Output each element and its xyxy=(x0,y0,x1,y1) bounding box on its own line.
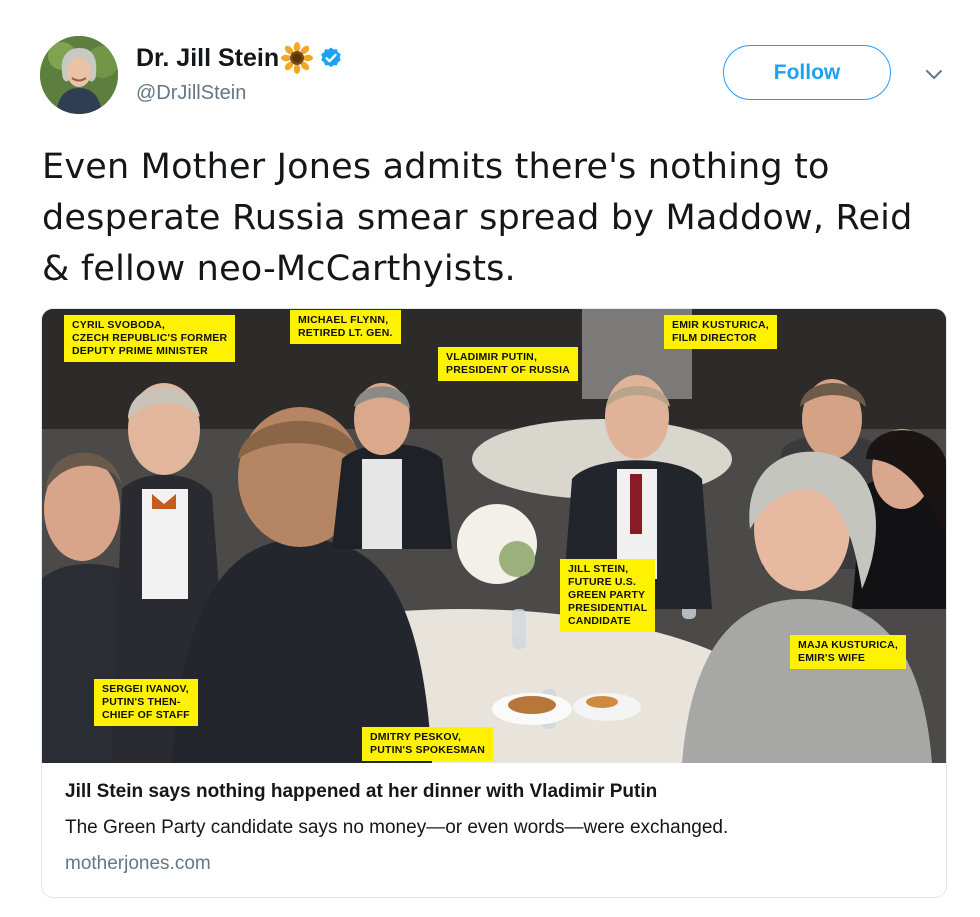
tweet-text: Even Mother Jones admits there's nothing… xyxy=(42,147,913,289)
display-name[interactable]: Dr. Jill Stein xyxy=(136,44,279,73)
avatar[interactable] xyxy=(40,36,118,114)
follow-button[interactable]: Follow xyxy=(723,45,891,100)
photo-label-flynn: MICHAEL FLYNN, RETIRED LT. GEN. xyxy=(290,310,401,344)
photo-label-maja: MAJA KUSTURICA, EMIR'S WIFE xyxy=(790,635,907,669)
photo-label-svoboda: CYRIL SVOBODA, CZECH REPUBLIC'S FORMER D… xyxy=(64,315,236,362)
author-name-row[interactable]: Dr. Jill Stein xyxy=(136,42,343,74)
verified-badge-icon xyxy=(319,46,343,70)
card-title[interactable]: Jill Stein says nothing happened at her … xyxy=(65,781,657,803)
link-card[interactable]: CYRIL SVOBODA, CZECH REPUBLIC'S FORMER D… xyxy=(41,308,947,898)
avatar-portrait xyxy=(40,36,118,114)
chevron-down-icon[interactable] xyxy=(922,62,946,86)
sunflower-icon xyxy=(281,42,314,74)
card-description: The Green Party candidate says no money—… xyxy=(65,817,729,838)
photo-label-peskov: DMITRY PESKOV, PUTIN'S SPOKESMAN xyxy=(362,727,493,761)
card-domain[interactable]: motherjones.com xyxy=(65,853,211,875)
photo-label-putin: VLADIMIR PUTIN, PRESIDENT OF RUSSIA xyxy=(438,347,578,381)
photo-label-stein: JILL STEIN, FUTURE U.S. GREEN PARTY PRES… xyxy=(560,559,656,632)
photo-label-kusturica: EMIR KUSTURICA, FILM DIRECTOR xyxy=(664,315,777,349)
photo-label-ivanov: SERGEI IVANOV, PUTIN'S THEN- CHIEF OF ST… xyxy=(94,679,198,726)
user-handle[interactable]: @DrJillStein xyxy=(136,82,246,105)
